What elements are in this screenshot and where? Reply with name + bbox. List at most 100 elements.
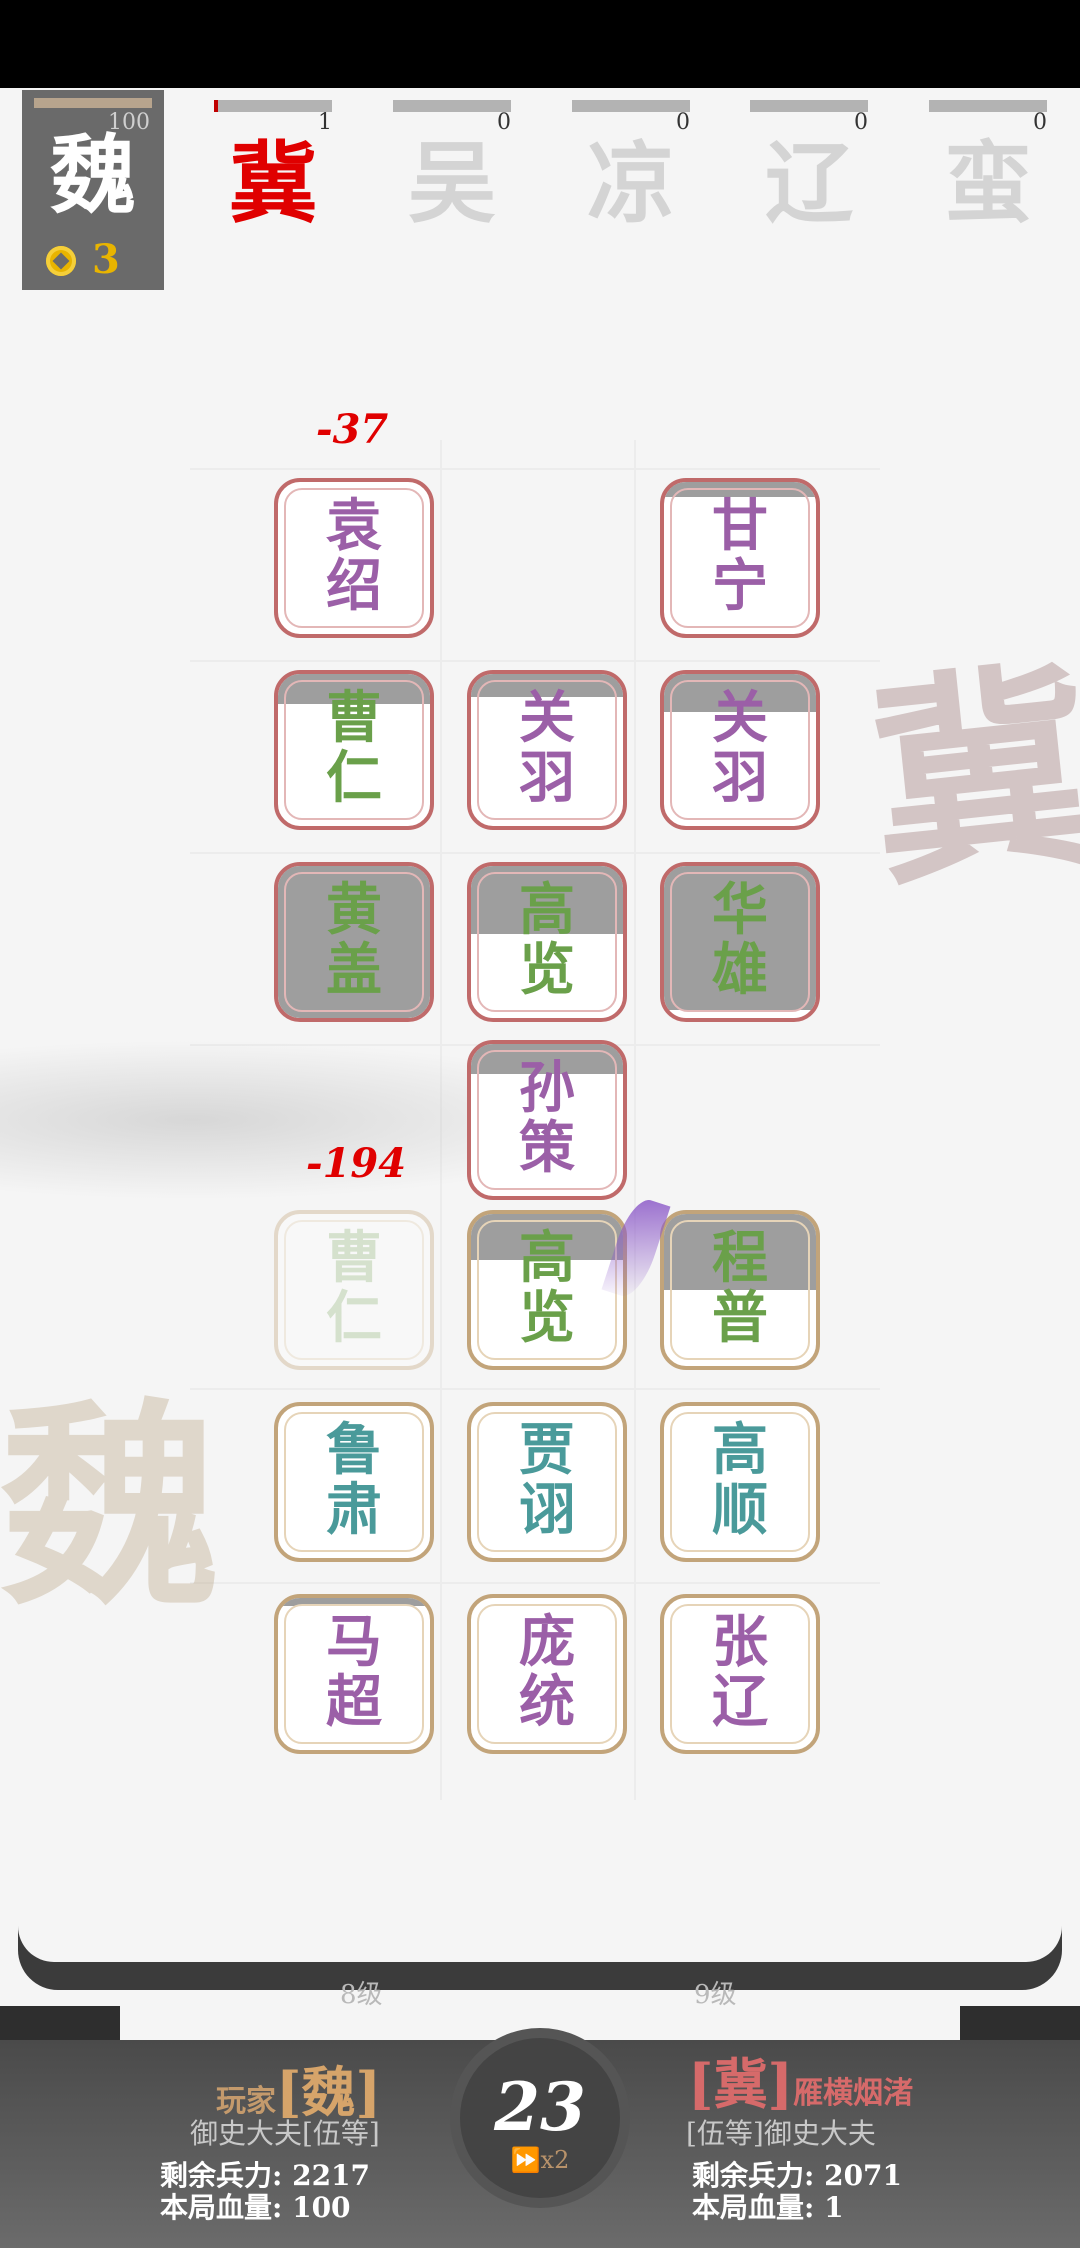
enemy-glyph: 凉 [586, 131, 675, 235]
enemy-faction-liao[interactable]: 0 辽 [748, 96, 870, 246]
general-name: 高览 [471, 1228, 623, 1348]
grid-line [190, 1582, 880, 1584]
grid-line [190, 1388, 880, 1390]
general-name: 马超 [278, 1612, 430, 1732]
enemy-progress-bar [393, 100, 511, 112]
general-name-char: 超 [326, 1669, 382, 1735]
hp-label: 本局血量: [692, 2191, 815, 2224]
damage-number: -194 [306, 1140, 407, 1187]
general-tile-yuanshao[interactable]: 袁绍 [274, 478, 434, 638]
enemy-faction-liang[interactable]: 0 凉 [570, 96, 692, 246]
turn-counter[interactable]: 23 ⏩x2 [460, 2038, 620, 2198]
opponent-hp-row: 本局血量: 1 [692, 2186, 844, 2226]
enemy-faction-wu[interactable]: 0 吴 [391, 96, 513, 246]
opponent-round-hp: 1 [824, 2191, 844, 2224]
general-tile-gaolan_e[interactable]: 高览 [467, 862, 627, 1022]
enemy-faction-ji[interactable]: 1 冀 [212, 96, 334, 246]
general-name: 庞统 [471, 1612, 623, 1732]
enemy-progress-bar [214, 100, 332, 112]
enemy-progress-bar [929, 100, 1047, 112]
general-name-char: 袁 [326, 493, 382, 559]
general-tile-caoren_e[interactable]: 曹仁 [274, 670, 434, 830]
general-tile-jiaxu[interactable]: 贾诩 [467, 1402, 627, 1562]
enemy-watermark: 冀 [858, 636, 1080, 917]
general-name-char: 盖 [326, 937, 382, 1003]
general-name-char: 庞 [519, 1609, 575, 1675]
general-name: 关羽 [664, 688, 816, 808]
general-name: 黄盖 [278, 880, 430, 1000]
opponent-name: 雁横烟渚 [793, 2076, 914, 2111]
speed-multiplier: x2 [540, 2146, 570, 2174]
enemy-progress-bar [750, 100, 868, 112]
enemy-glyph: 冀 [228, 131, 317, 235]
general-name-char: 策 [519, 1115, 575, 1181]
general-name: 高顺 [664, 1420, 816, 1540]
general-tile-caoren_p[interactable]: 曹仁 [274, 1210, 434, 1370]
player-hp-row: 本局血量: 100 [160, 2186, 351, 2226]
general-name-char: 览 [519, 937, 575, 1003]
opponent-rank: [伍等]御史大夫 [686, 2117, 876, 2150]
general-tile-pangtong[interactable]: 庞统 [467, 1594, 627, 1754]
board-frame [18, 1900, 1062, 1990]
grid-line [190, 852, 880, 854]
general-name: 曹仁 [278, 688, 430, 808]
speed-toggle[interactable]: ⏩x2 [460, 2146, 620, 2174]
general-name-char: 雄 [712, 937, 768, 1003]
general-name: 张辽 [664, 1612, 816, 1732]
general-name-char: 高 [519, 1225, 575, 1291]
general-tile-lusu[interactable]: 鲁肃 [274, 1402, 434, 1562]
grid-line [190, 660, 880, 662]
general-name-char: 张 [712, 1609, 768, 1675]
opponent-faction: [冀] [688, 2052, 794, 2116]
general-name: 程普 [664, 1228, 816, 1348]
general-tile-machao[interactable]: 马超 [274, 1594, 434, 1754]
general-name-char: 览 [519, 1285, 575, 1351]
damage-number: -37 [316, 406, 389, 453]
player-faction-card[interactable]: 100 魏 3 [22, 90, 164, 290]
general-name-char: 鲁 [326, 1417, 382, 1483]
enemy-glyph: 蛮 [943, 131, 1032, 235]
coin-count: 3 [92, 236, 120, 283]
enemy-faction-man[interactable]: 0 蛮 [927, 96, 1049, 246]
general-name-char: 关 [712, 685, 768, 751]
general-tile-zhangliao[interactable]: 张辽 [660, 1594, 820, 1754]
general-name-char: 顺 [712, 1477, 768, 1543]
general-tile-chengpu[interactable]: 程普 [660, 1210, 820, 1370]
general-name-char: 仁 [326, 1285, 382, 1351]
general-name-char: 曹 [326, 685, 382, 751]
general-name-char: 马 [326, 1609, 382, 1675]
general-name-char: 普 [712, 1285, 768, 1351]
general-name-char: 肃 [326, 1477, 382, 1543]
general-tile-sunce[interactable]: 孙策 [467, 1040, 627, 1200]
general-name-char: 甘 [712, 493, 768, 559]
general-name-char: 羽 [712, 745, 768, 811]
general-name-char: 宁 [712, 553, 768, 619]
general-tile-huaxiong[interactable]: 华雄 [660, 862, 820, 1022]
general-name: 关羽 [471, 688, 623, 808]
general-tile-ganning[interactable]: 甘宁 [660, 478, 820, 638]
enemy-progress-bar [572, 100, 690, 112]
left-level: 8级 [340, 1980, 383, 2010]
player-watermark: 魏 [0, 1377, 221, 1636]
enemy-glyph: 吴 [407, 131, 496, 235]
general-name-char: 羽 [519, 745, 575, 811]
general-name-char: 仁 [326, 745, 382, 811]
hp-label: 本局血量: [160, 2191, 283, 2224]
general-name-char: 辽 [712, 1669, 768, 1735]
general-name-char: 绍 [326, 553, 382, 619]
general-tile-huanggai[interactable]: 黄盖 [274, 862, 434, 1022]
general-name-char: 程 [712, 1225, 768, 1291]
opponent-label-group: [冀]雁横烟渚 [688, 2040, 913, 2119]
general-name-char: 诩 [519, 1477, 575, 1543]
general-tile-gaoshun[interactable]: 高顺 [660, 1402, 820, 1562]
turn-number: 23 [494, 2068, 586, 2146]
player-faction-glyph: 魏 [50, 125, 136, 226]
general-name-char: 统 [519, 1669, 575, 1735]
right-level: 9级 [694, 1980, 737, 2010]
general-name: 贾诩 [471, 1420, 623, 1540]
general-name: 孙策 [471, 1058, 623, 1178]
general-name: 袁绍 [278, 496, 430, 616]
status-bar [0, 0, 1080, 88]
general-tile-guanyu_2[interactable]: 关羽 [660, 670, 820, 830]
general-tile-guanyu_1[interactable]: 关羽 [467, 670, 627, 830]
